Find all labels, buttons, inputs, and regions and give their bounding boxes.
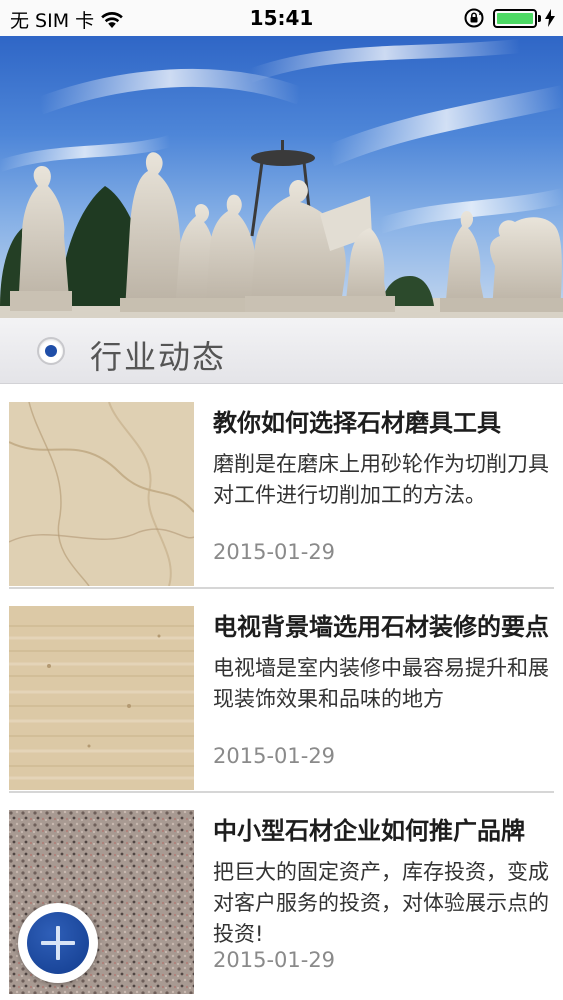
add-button[interactable] [18, 903, 98, 983]
sculpture-banner-image [0, 39, 563, 318]
status-bar: 无 SIM 卡 15:41 [0, 0, 563, 36]
article-summary: 磨削是在磨床上用砂轮作为切削刀具对工件进行切削加工的方法。 [213, 452, 549, 507]
banner-image[interactable] [0, 36, 563, 318]
article-summary: 把巨大的固定资产，库存投资，变成对客户服务的投资，对体验展示点的投资! [213, 860, 549, 946]
article-title[interactable]: 中小型石材企业如何推广品牌 [213, 813, 553, 849]
article-date: 2015-01-29 [213, 948, 336, 972]
article-date: 2015-01-29 [213, 540, 336, 564]
plus-icon [27, 912, 89, 974]
status-right [463, 7, 555, 29]
section-header: 行业动态 [0, 318, 563, 384]
rotation-lock-icon [464, 8, 484, 28]
travertine-thumbnail [9, 606, 194, 790]
app-screen: 无 SIM 卡 15:41 行业动态 教你如何选择石材磨具工具 磨削是在磨床上用… [0, 0, 563, 1000]
charging-bolt-icon [545, 9, 555, 27]
beige-marble-thumbnail [9, 402, 194, 586]
section-title: 行业动态 [90, 338, 227, 376]
article-title[interactable]: 教你如何选择石材磨具工具 [213, 405, 553, 441]
list-item[interactable]: 教你如何选择石材磨具工具 磨削是在磨床上用砂轮作为切削刀具对工件进行切削加工的方… [0, 385, 563, 589]
article-title[interactable]: 电视背景墙选用石材装修的要点 [213, 609, 553, 645]
article-date: 2015-01-29 [213, 744, 336, 768]
article-summary: 电视墙是室内装修中最容易提升和展现装饰效果和品味的地方 [213, 656, 549, 711]
radio-selected-icon [37, 337, 65, 365]
battery-icon [493, 8, 541, 28]
list-item[interactable]: 电视背景墙选用石材装修的要点 电视墙是室内装修中最容易提升和展现装饰效果和品味的… [0, 589, 563, 793]
